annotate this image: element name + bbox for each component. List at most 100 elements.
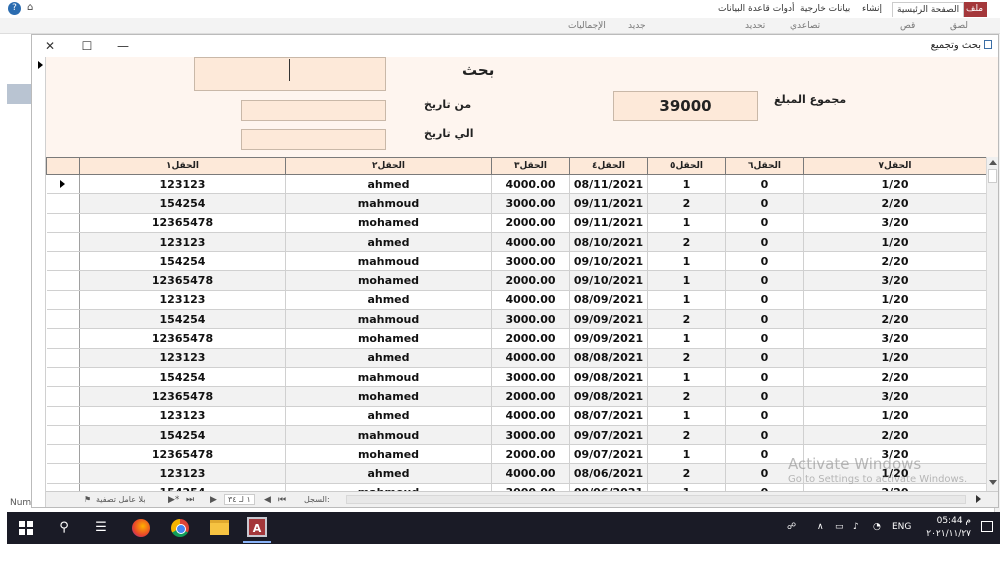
table-cell[interactable]: 0 [725,231,804,253]
table-cell[interactable]: 4000.00 [491,173,570,195]
paste-button[interactable]: لصق [950,21,968,31]
sort-ascending-button[interactable]: تصاعدي [790,21,820,31]
table-cell[interactable]: 08/06/2021 [569,463,648,484]
scroll-down-icon[interactable] [989,480,997,485]
table-cell[interactable]: ahmed [285,289,492,311]
first-record-icon[interactable]: ⏮ [278,495,286,505]
table-cell[interactable]: 3/20 [803,212,986,233]
table-cell[interactable]: 1 [647,289,726,311]
table-cell[interactable]: mahmoud [285,309,492,330]
table-cell[interactable]: 154254 [79,251,286,272]
table-row[interactable]: 123123 ahmed 4000.00 08/09/2021 1 0 1/20 [46,289,986,311]
table-cell[interactable]: 154254 [79,366,286,388]
table-cell[interactable]: mohamed [285,212,492,233]
row-selector[interactable] [46,444,80,465]
row-selector[interactable] [46,424,80,446]
table-cell[interactable]: 4000.00 [491,463,570,484]
table-row[interactable]: 154254 mahmoud 3000.00 09/10/2021 1 0 2/20 [46,251,986,272]
chrome-icon[interactable] [171,519,189,537]
table-cell[interactable]: 09/06/2021 [569,482,648,491]
table-cell[interactable]: 2000.00 [491,444,570,465]
table-cell[interactable]: mahmoud [285,424,492,446]
table-cell[interactable]: 09/08/2021 [569,386,648,407]
table-cell[interactable]: 12365478 [79,328,286,349]
row-selector[interactable] [46,231,80,253]
table-cell[interactable]: 0 [725,366,804,388]
table-cell[interactable]: 09/09/2021 [569,309,648,330]
table-cell[interactable]: 2/20 [803,366,986,388]
table-cell[interactable]: 08/10/2021 [569,231,648,253]
table-row[interactable]: 12365478 mohamed 2000.00 09/09/2021 1 0 3/20 [46,328,986,349]
table-row[interactable]: 154254 mahmoud 3000.00 09/07/2021 2 0 2/20 [46,424,986,446]
table-cell[interactable]: 2000.00 [491,386,570,407]
scroll-right-icon[interactable] [976,495,981,503]
column-header[interactable]: الحقل٦ [725,157,804,175]
row-selector[interactable] [46,366,80,388]
table-cell[interactable]: 0 [725,212,804,233]
table-cell[interactable]: 2 [647,309,726,330]
access-app-icon[interactable]: A [247,517,267,537]
table-cell[interactable]: 0 [725,347,804,368]
table-cell[interactable]: 2 [647,463,726,484]
horizontal-scrollbar[interactable] [346,495,966,504]
notifications-icon[interactable] [981,521,993,532]
new-record-icon[interactable]: ▶* [168,495,179,505]
table-cell[interactable]: 08/08/2021 [569,347,648,368]
table-cell[interactable]: 3000.00 [491,193,570,214]
restore-button[interactable]: ☐ [76,37,98,55]
cut-button[interactable]: قص [900,21,915,31]
row-selector[interactable] [46,193,80,214]
table-cell[interactable]: 1/20 [803,289,986,311]
table-row[interactable]: 12365478 mohamed 2000.00 09/08/2021 2 0 3/20 [46,386,986,407]
table-cell[interactable]: ahmed [285,463,492,484]
table-cell[interactable]: 12365478 [79,386,286,407]
row-selector[interactable] [46,347,80,368]
battery-icon[interactable]: ▭ [835,522,844,532]
table-cell[interactable]: 3000.00 [491,366,570,388]
table-cell[interactable]: 2000.00 [491,270,570,291]
tab-external-data[interactable]: بيانات خارجية [796,2,854,17]
file-explorer-icon[interactable] [210,520,229,535]
table-cell[interactable]: 09/07/2021 [569,424,648,446]
table-cell[interactable]: 0 [725,309,804,330]
table-cell[interactable]: 154254 [79,482,286,491]
search-icon[interactable]: ⚲ [55,520,73,536]
table-cell[interactable]: 0 [725,405,804,426]
tab-file[interactable]: ملف [962,2,988,17]
table-cell[interactable]: 123123 [79,289,286,311]
table-cell[interactable]: 3000.00 [491,309,570,330]
table-cell[interactable]: 0 [725,289,804,311]
column-header[interactable]: الحقل٥ [647,157,726,175]
table-cell[interactable]: 154254 [79,193,286,214]
table-cell[interactable]: 123123 [79,405,286,426]
table-row[interactable]: 12365478 mohamed 2000.00 09/11/2021 1 0 3/20 [46,212,986,233]
table-cell[interactable]: 09/08/2021 [569,366,648,388]
system-clock[interactable]: 05:44 م ٢٠٢١/١١/٢٧ [925,515,971,541]
table-cell[interactable]: 2/20 [803,309,986,330]
table-cell[interactable]: mahmoud [285,366,492,388]
table-cell[interactable]: 2 [647,424,726,446]
table-cell[interactable]: mahmoud [285,482,492,491]
table-cell[interactable]: 12365478 [79,444,286,465]
table-cell[interactable]: 1 [647,270,726,291]
table-cell[interactable]: ahmed [285,405,492,426]
table-cell[interactable]: 08/11/2021 [569,173,648,195]
table-cell[interactable]: 0 [725,270,804,291]
last-record-icon[interactable]: ⏭ [186,495,194,505]
next-record-icon[interactable]: ▶ [210,495,217,505]
from-date-input[interactable] [241,100,386,121]
table-cell[interactable]: mohamed [285,328,492,349]
table-cell[interactable]: 1/20 [803,173,986,195]
totals-button[interactable]: الإجماليات [568,21,606,31]
volume-icon[interactable]: ♪ [853,522,859,532]
input-language[interactable]: ENG [892,522,911,532]
table-cell[interactable]: 0 [725,386,804,407]
tab-database-tools[interactable]: أدوات قاعدة البيانات [714,2,799,17]
tab-home[interactable]: الصفحة الرئيسية [892,2,965,17]
table-cell[interactable]: 2/20 [803,424,986,446]
table-cell[interactable]: 3/20 [803,386,986,407]
table-cell[interactable]: 08/09/2021 [569,289,648,311]
table-cell[interactable]: 2000.00 [491,212,570,233]
table-cell[interactable]: ahmed [285,347,492,368]
table-cell[interactable]: 1/20 [803,231,986,253]
